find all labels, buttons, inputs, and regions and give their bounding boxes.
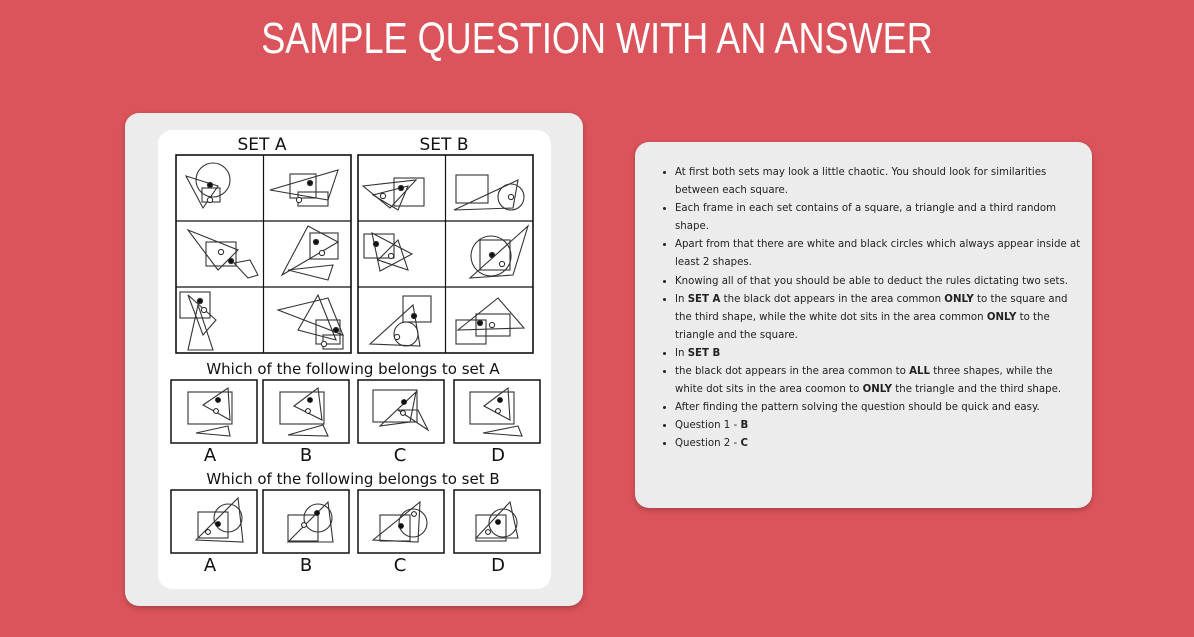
answer-text: After finding the pattern solving the qu… — [675, 402, 1040, 414]
question-figure: SET A SET B Which of the following belon… — [158, 130, 551, 589]
answer-card: At first both sets may look a little cha… — [635, 142, 1092, 508]
answer-item: After finding the pattern solving the qu… — [675, 399, 1083, 417]
answer-item: Knowing all of that you should be able t… — [675, 273, 1083, 291]
answer-emphasis: B — [740, 420, 749, 432]
question-1-option-labels: A B C D — [204, 445, 505, 466]
answer-emphasis: ONLY — [986, 311, 1017, 323]
answer-text: In — [675, 347, 688, 359]
puzzle-diagram: SET A SET B Which of the following belon… — [170, 135, 541, 576]
set-a-label: SET A — [238, 135, 287, 155]
question-figure-card: SET A SET B Which of the following belon… — [125, 113, 583, 606]
answer-emphasis: ONLY — [862, 384, 893, 396]
answer-emphasis: C — [740, 438, 748, 450]
answer-text: the black dot appears in the area common — [720, 293, 945, 305]
answer-item: At first both sets may look a little cha… — [675, 164, 1083, 200]
answer-text: Question 1 - — [675, 420, 741, 432]
answer-text: the black dot appears in the area common… — [675, 366, 910, 378]
option-label: A — [204, 445, 217, 466]
answer-item: Apart from that there are white and blac… — [675, 236, 1083, 272]
answer-item: Each frame in each set contains of a squ… — [675, 200, 1083, 236]
option-label: B — [300, 555, 312, 576]
question-2-options — [170, 489, 541, 554]
answer-text: In — [675, 293, 688, 305]
answer-emphasis: ONLY — [944, 293, 974, 305]
answer-item: Question 2 - C — [675, 435, 1083, 453]
answer-item: the black dot appears in the area common… — [675, 363, 1083, 399]
answer-item: In SET A the black dot appears in the ar… — [675, 291, 1083, 345]
option-label: D — [491, 445, 505, 466]
answer-item: Question 1 - B — [675, 417, 1083, 435]
question-1-text: Which of the following belongs to set A — [206, 360, 500, 378]
page-title: SAMPLE QUESTION WITH AN ANSWER — [261, 14, 933, 63]
answer-emphasis: SET B — [687, 347, 721, 359]
answer-list: At first both sets may look a little cha… — [635, 164, 1083, 454]
answer-text: Apart from that there are white and blac… — [675, 239, 1081, 269]
option-label: C — [394, 555, 407, 576]
answer-text: Knowing all of that you should be able t… — [675, 275, 1069, 287]
answer-text: the triangle and the third shape. — [892, 384, 1062, 396]
option-label: D — [491, 555, 505, 576]
answer-item: In SET B — [675, 345, 1083, 363]
answer-text: Question 2 - — [675, 438, 741, 450]
question-1-options — [170, 379, 541, 444]
option-label: A — [204, 555, 217, 576]
question-2-option-labels: A B C D — [204, 555, 505, 576]
answer-emphasis: SET A — [687, 293, 721, 305]
set-a-figures — [179, 162, 344, 351]
question-2-text: Which of the following belongs to set B — [206, 470, 499, 488]
option-label: B — [300, 445, 312, 466]
answer-text: At first both sets may look a little cha… — [675, 167, 1047, 197]
option-label: C — [394, 445, 407, 466]
answer-emphasis: ALL — [909, 366, 930, 378]
answer-text: Each frame in each set contains of a squ… — [675, 203, 1057, 233]
set-b-label: SET B — [420, 135, 469, 155]
